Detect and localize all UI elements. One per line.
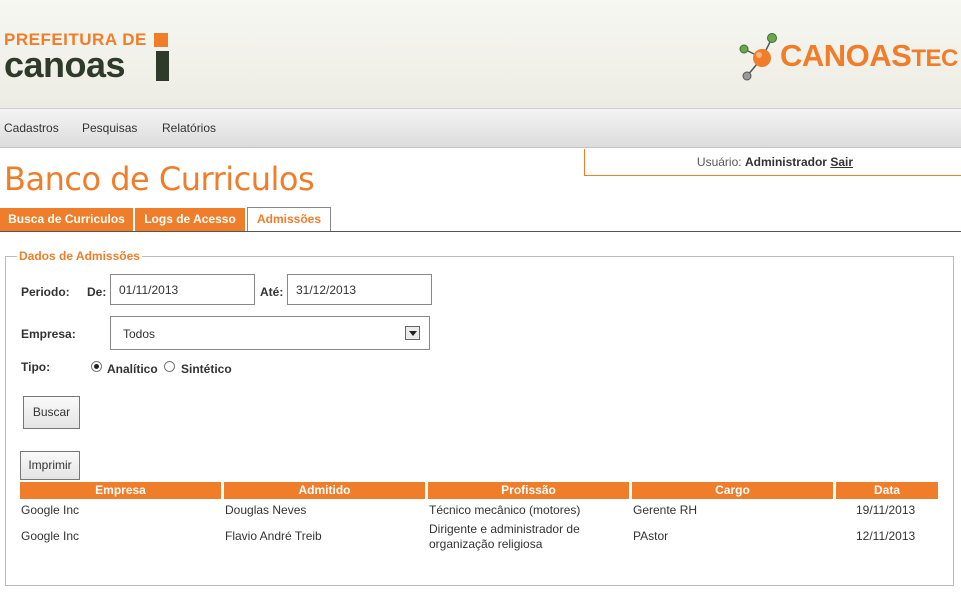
cell-cargo: PAstor xyxy=(633,529,669,543)
cell-empresa: Google Inc xyxy=(21,529,80,543)
radio-sintetico-label[interactable]: Sintético xyxy=(181,362,232,376)
cell-empresa: Google Inc xyxy=(21,503,80,517)
main-menu-bar: Cadastros Pesquisas Relatórios xyxy=(0,108,961,148)
cell-admitido: Flavio André Treib xyxy=(225,529,322,543)
empresa-select[interactable]: Todos xyxy=(110,316,430,350)
radio-analitico[interactable] xyxy=(91,361,102,372)
cell-cargo: Gerente RH xyxy=(633,503,698,517)
cell-data: 19/11/2013 xyxy=(856,503,916,517)
menu-item-relatorios[interactable]: Relatórios xyxy=(162,121,216,135)
canoastec-suffix-text: TEC xyxy=(911,45,958,72)
chevron-down-icon[interactable] xyxy=(405,326,420,340)
empresa-select-value: Todos xyxy=(123,327,156,341)
user-label: Usuário: xyxy=(696,155,742,169)
col-header-admitido: Admitido xyxy=(224,482,425,499)
tipo-label: Tipo: xyxy=(21,360,51,374)
cell-profissao: Dirigente e administrador de xyxy=(429,522,580,536)
col-header-empresa: Empresa xyxy=(20,482,221,499)
canoastec-logo[interactable]: CANOASTEC xyxy=(738,32,958,84)
periodo-label: Periodo: xyxy=(21,285,70,299)
radio-analitico-label[interactable]: Analítico xyxy=(107,362,158,376)
imprimir-button[interactable]: Imprimir xyxy=(20,451,80,480)
canoastec-wordmark: CANOASTEC xyxy=(780,38,958,74)
tabs-divider xyxy=(0,231,961,232)
menu-item-pesquisas[interactable]: Pesquisas xyxy=(82,121,137,135)
tab-logs-de-acesso[interactable]: Logs de Acesso xyxy=(135,208,245,231)
user-info-box: Usuário: Administrador Sair xyxy=(584,149,961,176)
logo-square-icon xyxy=(154,33,168,47)
canoastec-main-text: CANOAS xyxy=(780,38,912,73)
logo-left-line2: canoas xyxy=(4,44,126,85)
header: PREFEITURA DE canoas CANOASTEC xyxy=(0,0,961,108)
molecule-icon xyxy=(739,33,777,81)
cell-data: 12/11/2013 xyxy=(856,529,916,543)
col-header-data: Data xyxy=(836,482,938,499)
tab-admissoes[interactable]: Admissões xyxy=(247,207,331,232)
ate-date-input[interactable]: 31/12/2013 xyxy=(287,274,432,305)
buscar-button[interactable]: Buscar xyxy=(23,396,80,429)
logout-link[interactable]: Sair xyxy=(830,155,853,169)
tab-busca-de-curriculos[interactable]: Busca de Curriculos xyxy=(0,208,133,231)
empresa-label: Empresa: xyxy=(21,327,76,341)
fieldset-legend: Dados de Admissões xyxy=(17,249,142,263)
radio-sintetico[interactable] xyxy=(164,361,175,372)
cell-profissao-line2: organização religiosa xyxy=(429,537,543,551)
logo-bar-icon xyxy=(156,51,169,81)
de-date-input[interactable]: 01/11/2013 xyxy=(110,274,255,305)
prefeitura-canoas-logo[interactable]: PREFEITURA DE canoas xyxy=(4,31,169,85)
col-header-profissao: Profissão xyxy=(428,482,629,499)
menu-item-cadastros[interactable]: Cadastros xyxy=(4,121,59,135)
de-label: De: xyxy=(87,285,107,299)
page-title: Banco de Curriculos xyxy=(4,160,315,198)
cell-admitido: Douglas Neves xyxy=(225,503,307,517)
ate-label: Até: xyxy=(260,285,284,299)
cell-profissao: Técnico mecânico (motores) xyxy=(429,503,581,517)
user-name: Administrador xyxy=(744,155,827,169)
col-header-cargo: Cargo xyxy=(632,482,833,499)
